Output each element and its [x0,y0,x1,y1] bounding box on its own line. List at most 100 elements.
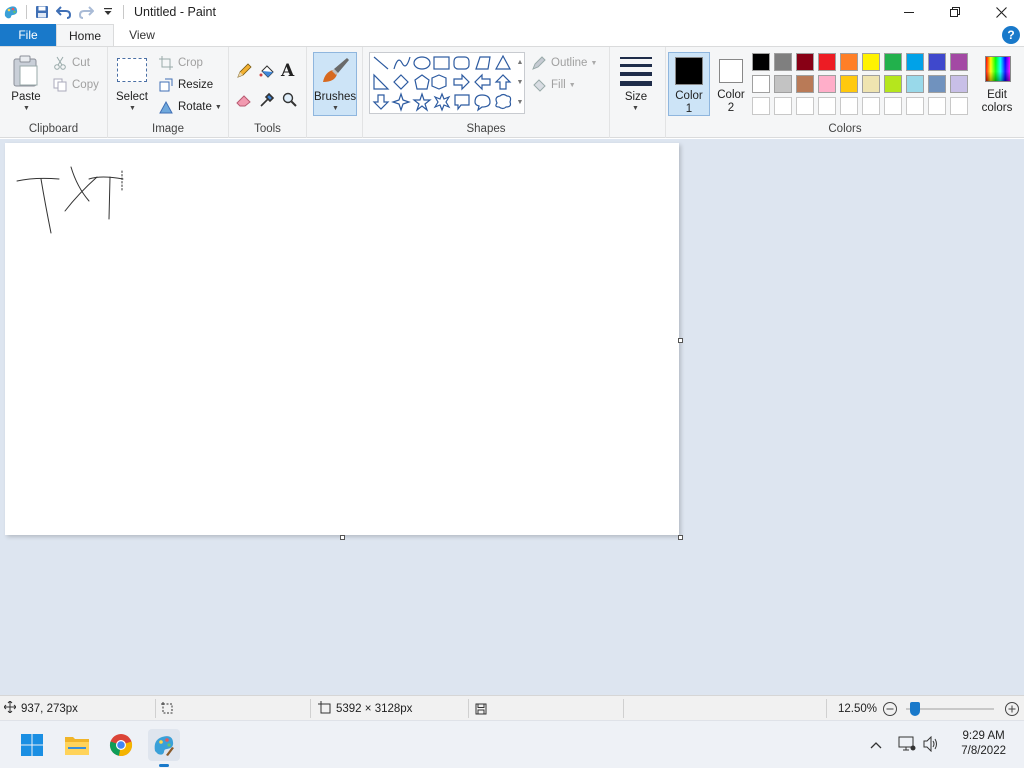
select-label: Select [116,91,148,103]
crop-button[interactable]: Crop [158,53,203,73]
system-clock[interactable]: 9:29 AM 7/8/2022 [961,729,1006,759]
resize-handle-corner[interactable] [678,535,683,540]
cursor-position: 937, 273px [3,696,78,721]
custom-color-slot[interactable] [884,97,902,115]
restore-button[interactable] [932,0,978,24]
paste-dropdown-icon: ▼ [23,105,30,112]
separator [468,699,469,718]
separator [826,699,827,718]
status-bar: 937, 273px 5392 × 3128px 12.50% [0,695,1024,720]
color-picker-icon[interactable] [258,91,278,111]
tab-file[interactable]: File [0,24,56,46]
palette-color-swatch[interactable] [906,53,924,71]
zoom-in-button[interactable] [1004,696,1020,721]
palette-color-swatch[interactable] [840,75,858,93]
edit-colors-button[interactable]: Edit colors [974,52,1020,116]
custom-color-slot[interactable] [818,97,836,115]
custom-color-slot[interactable] [928,97,946,115]
cursor-move-icon [3,700,17,716]
fill-icon [531,77,547,93]
tab-home[interactable]: Home [56,24,114,46]
resize-handle-right[interactable] [678,338,683,343]
palette-color-swatch[interactable] [840,53,858,71]
brushes-button[interactable]: Brushes ▼ [313,52,357,116]
separator [310,699,311,718]
palette-color-swatch[interactable] [818,53,836,71]
drawing-canvas[interactable] [5,143,679,535]
customize-dropdown-icon[interactable] [97,1,119,23]
custom-color-slot[interactable] [862,97,880,115]
scroll-up-icon[interactable]: ▲ [515,53,525,73]
color2-number: 2 [727,102,735,114]
custom-color-slot[interactable] [950,97,968,115]
palette-color-swatch[interactable] [950,75,968,93]
network-icon[interactable] [898,736,916,755]
color1-button[interactable]: Color 1 [668,52,710,116]
zoom-slider[interactable] [906,702,994,716]
palette-color-swatch[interactable] [796,75,814,93]
pencil-icon[interactable] [235,62,255,82]
custom-color-slot[interactable] [752,97,770,115]
clipboard-group-label: Clipboard [28,123,79,135]
gallery-expand-icon[interactable]: ▼ [515,93,525,113]
palette-color-swatch[interactable] [862,75,880,93]
chrome-icon[interactable] [105,729,137,761]
color2-button[interactable]: Color 2 [712,52,750,116]
close-button[interactable] [978,0,1024,24]
text-tool-icon[interactable]: A [281,61,303,81]
palette-color-swatch[interactable] [796,53,814,71]
paint-icon[interactable] [148,729,180,767]
shapes-scroll[interactable]: ▲ ▼ ▼ [515,53,525,113]
colors-group-label: Colors [828,123,862,135]
palette-color-swatch[interactable] [862,53,880,71]
palette-color-swatch[interactable] [928,53,946,71]
start-icon[interactable] [16,729,48,761]
palette-color-swatch[interactable] [884,53,902,71]
palette-color-swatch[interactable] [950,53,968,71]
rotate-button[interactable]: Rotate ▼ [158,97,222,117]
chevron-up-icon[interactable] [870,738,882,752]
quick-access-toolbar [0,0,128,24]
palette-color-swatch[interactable] [884,75,902,93]
zoom-out-button[interactable] [882,696,898,721]
paste-button[interactable]: Paste ▼ [6,51,46,119]
palette-color-swatch[interactable] [906,75,924,93]
help-button[interactable]: ? [1002,26,1020,44]
palette-color-swatch[interactable] [752,75,770,93]
resize-button[interactable]: Resize [158,75,213,95]
file-explorer-icon[interactable] [61,729,93,761]
palette-color-swatch[interactable] [752,53,770,71]
shapes-grid-icon[interactable] [370,53,526,115]
copy-button[interactable]: Copy [52,75,99,95]
eraser-icon[interactable] [235,91,255,111]
canvas-size: 5392 × 3128px [318,696,412,721]
resize-handle-bottom[interactable] [340,535,345,540]
rotate-icon [158,99,174,115]
palette-color-swatch[interactable] [818,75,836,93]
size-button[interactable]: Size ▼ [616,53,656,117]
outline-button[interactable]: Outline ▼ [531,53,597,73]
save-icon[interactable] [31,1,53,23]
shapes-group: ▲ ▼ ▼ Outline ▼ Fill ▼ Shapes [363,47,610,138]
custom-color-slot[interactable] [774,97,792,115]
magnifier-icon[interactable] [281,91,301,111]
fill-button[interactable]: Fill ▼ [531,75,576,95]
scroll-down-icon[interactable]: ▼ [515,73,525,93]
tab-view[interactable]: View [114,24,170,46]
rainbow-icon [985,56,1011,82]
minimize-button[interactable] [886,0,932,24]
palette-color-swatch[interactable] [928,75,946,93]
redo-icon[interactable] [75,1,97,23]
palette-color-swatch[interactable] [774,53,792,71]
volume-icon[interactable] [922,735,940,755]
palette-color-swatch[interactable] [774,75,792,93]
custom-color-slot[interactable] [840,97,858,115]
paint-app-icon[interactable] [0,1,22,23]
cut-button[interactable]: Cut [52,53,90,73]
custom-color-slot[interactable] [906,97,924,115]
undo-icon[interactable] [53,1,75,23]
custom-color-slot[interactable] [796,97,814,115]
zoom-slider-thumb[interactable] [910,702,921,716]
select-button[interactable]: Select ▼ [114,51,150,119]
fill-bucket-icon[interactable] [258,62,278,82]
